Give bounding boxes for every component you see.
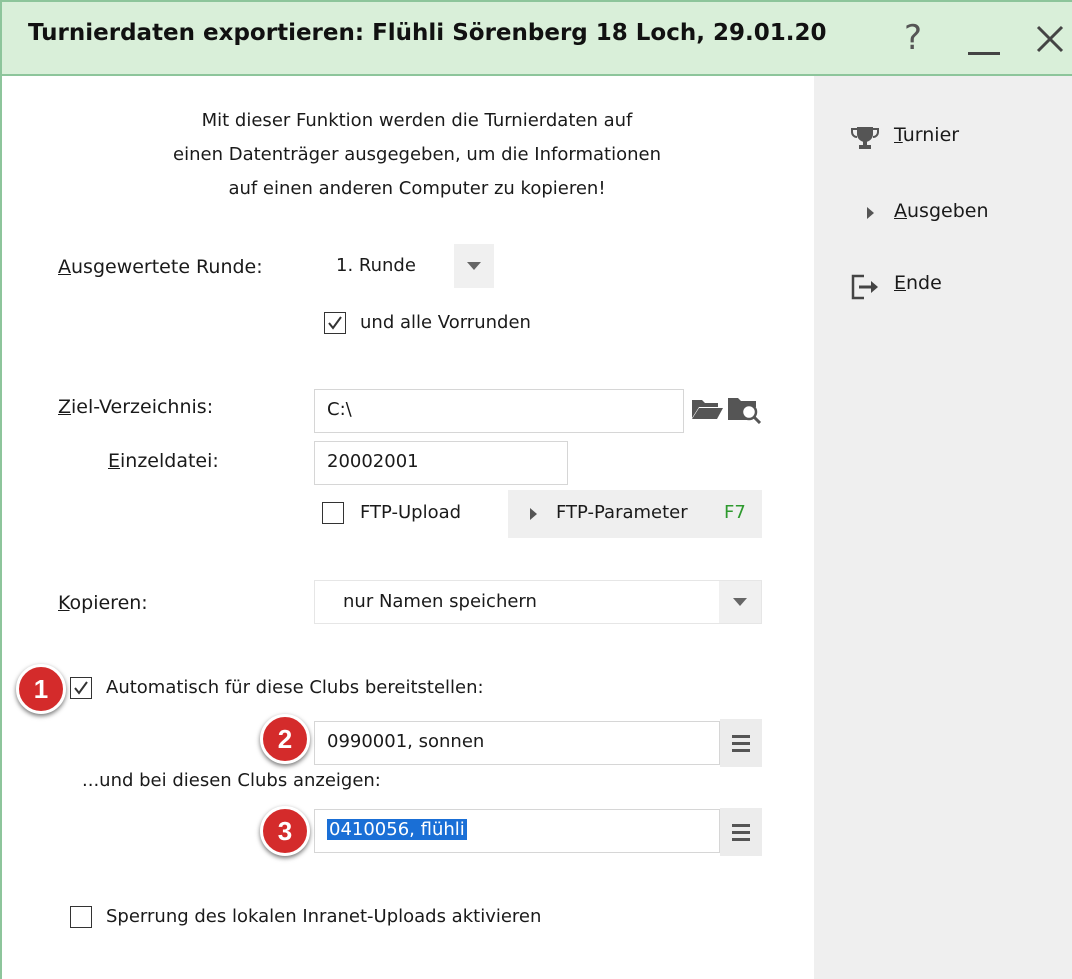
copy-select[interactable]: nur Namen speichern bbox=[314, 580, 762, 624]
intro-line-2: einen Datenträger ausgegeben, um die Inf… bbox=[173, 144, 661, 165]
auto-clubs-input[interactable]: 0990001, sonnen bbox=[314, 721, 720, 765]
single-file-input[interactable]: 20002001 bbox=[314, 441, 568, 485]
intro-line-1: Mit dieser Funktion werden die Turnierda… bbox=[201, 110, 633, 131]
round-label: Ausgewertete Runde: bbox=[58, 256, 263, 278]
sidebar-item-ende-label: Ende bbox=[894, 272, 942, 294]
help-button[interactable]: ? bbox=[888, 14, 938, 64]
previous-rounds-label: und alle Vorrunden bbox=[360, 312, 531, 333]
action-sidebar: Turnier Ausgeben Ende bbox=[814, 76, 1072, 979]
exit-icon bbox=[851, 274, 878, 300]
annotation-badge-2: 2 bbox=[260, 714, 310, 764]
intro-text: Mit dieser Funktion werden die Turnierda… bbox=[102, 104, 732, 206]
trophy-icon bbox=[851, 127, 879, 149]
title-bar: Turnierdaten exportieren: Flühli Sörenbe… bbox=[2, 0, 1072, 76]
sidebar-item-turnier-label: Turnier bbox=[894, 124, 960, 146]
target-dir-input[interactable]: C:\ bbox=[314, 389, 684, 433]
auto-clubs-list-button[interactable] bbox=[720, 719, 762, 767]
checkmark-icon bbox=[74, 681, 88, 695]
sidebar-item-ausgeben-label: Ausgeben bbox=[894, 200, 989, 222]
ftp-parameter-button[interactable]: FTP-Parameter F7 bbox=[508, 490, 762, 538]
browse-folder-button[interactable] bbox=[690, 394, 724, 426]
copy-dropdown-button[interactable] bbox=[719, 581, 761, 623]
annotation-badge-3: 3 bbox=[260, 806, 310, 856]
window-title: Turnierdaten exportieren: Flühli Sörenbe… bbox=[28, 20, 827, 46]
checkmark-icon bbox=[328, 316, 342, 330]
copy-select-value: nur Namen speichern bbox=[343, 591, 537, 612]
triangle-right-icon bbox=[530, 508, 537, 520]
folder-open-icon bbox=[692, 400, 723, 419]
previous-rounds-checkbox[interactable] bbox=[324, 312, 346, 334]
auto-clubs-label: Automatisch für diese Clubs bereitstelle… bbox=[106, 677, 484, 698]
show-clubs-list-button[interactable] bbox=[720, 808, 762, 856]
copy-label: Kopieren: bbox=[58, 592, 148, 614]
triangle-right-icon bbox=[867, 207, 874, 219]
round-select-value: 1. Runde bbox=[336, 255, 416, 276]
minimize-button[interactable] bbox=[960, 14, 1010, 64]
export-dialog: Turnierdaten exportieren: Flühli Sörenbe… bbox=[0, 0, 1072, 979]
lock-upload-label: Sperrung des lokalen Inranet-Uploads akt… bbox=[106, 906, 542, 927]
search-folder-button[interactable] bbox=[726, 394, 762, 428]
annotation-badge-1: 1 bbox=[16, 664, 66, 714]
single-file-label: Einzeldatei: bbox=[108, 450, 219, 472]
close-icon bbox=[1036, 25, 1064, 53]
chevron-down-icon bbox=[467, 262, 481, 270]
ftp-upload-label: FTP-Upload bbox=[360, 502, 462, 523]
folder-search-icon bbox=[728, 398, 762, 425]
round-dropdown-button[interactable] bbox=[454, 244, 494, 288]
lock-upload-checkbox[interactable] bbox=[70, 906, 92, 928]
intro-line-3: auf einen anderen Computer zu kopieren! bbox=[228, 178, 606, 199]
ftp-upload-checkbox[interactable] bbox=[322, 502, 344, 524]
show-clubs-value: 0410056, flühli bbox=[327, 819, 467, 840]
show-clubs-input[interactable]: 0410056, flühli bbox=[314, 809, 720, 853]
ftp-parameter-label: FTP-Parameter bbox=[556, 502, 688, 523]
show-clubs-label: ...und bei diesen Clubs anzeigen: bbox=[82, 770, 381, 791]
auto-clubs-checkbox[interactable] bbox=[70, 677, 92, 699]
chevron-down-icon bbox=[733, 598, 747, 606]
ftp-parameter-shortcut: F7 bbox=[724, 502, 746, 523]
target-dir-label: Ziel-Verzeichnis: bbox=[58, 396, 214, 418]
close-button[interactable] bbox=[1026, 14, 1072, 64]
round-select[interactable]: 1. Runde bbox=[314, 244, 494, 288]
